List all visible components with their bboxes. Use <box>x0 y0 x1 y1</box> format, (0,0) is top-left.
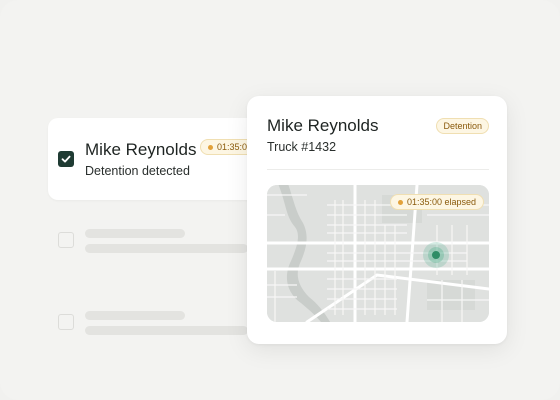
background-canvas: Mike Reynolds Detention detected 01:35:0… <box>0 0 560 400</box>
elapsed-timer-text: 01:35:00 elapsed <box>407 197 477 207</box>
location-marker-icon[interactable] <box>423 242 449 268</box>
list-item-status: Detention detected <box>85 164 190 178</box>
placeholder-line <box>85 311 185 320</box>
driver-detail-card: Mike Reynolds Truck #1432 Detention 01:3… <box>247 96 507 344</box>
list-item-driver-name: Mike Reynolds <box>85 140 197 159</box>
marker-dot <box>432 251 440 259</box>
list-item-checkbox-placeholder[interactable] <box>58 314 74 330</box>
placeholder-line <box>85 326 248 335</box>
detail-driver-name: Mike Reynolds <box>267 116 379 135</box>
divider <box>267 169 489 170</box>
status-dot-icon <box>398 199 403 205</box>
detail-truck-id: Truck #1432 <box>267 140 337 154</box>
list-item-checkbox[interactable] <box>58 151 74 167</box>
check-icon <box>61 155 71 163</box>
location-map[interactable]: 01:35:00 elapsed <box>267 185 489 322</box>
placeholder-line <box>85 229 185 238</box>
list-item-checkbox-placeholder[interactable] <box>58 232 74 248</box>
placeholder-line <box>85 244 248 253</box>
elapsed-timer-badge: 01:35:00 elapsed <box>390 194 485 210</box>
detention-status-badge: Detention <box>436 118 489 134</box>
status-dot-icon <box>208 144 213 150</box>
